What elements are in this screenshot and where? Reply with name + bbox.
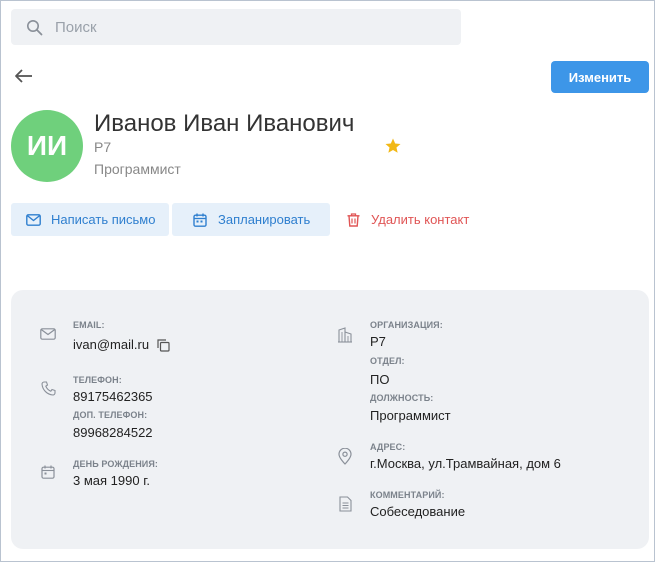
position-value: Программист	[370, 408, 451, 423]
schedule-label: Запланировать	[218, 212, 311, 227]
document-icon	[336, 495, 354, 513]
avatar: ИИ	[11, 110, 83, 182]
contact-window: Изменить ИИ Иванов Иван Иванович Р7 Прог…	[0, 0, 655, 562]
building-icon	[336, 326, 354, 344]
contact-position: Программист	[94, 161, 181, 177]
birthday-label: ДЕНЬ РОЖДЕНИЯ:	[73, 459, 159, 469]
comment-label: КОММЕНТАРИЙ:	[370, 490, 445, 500]
search-icon	[25, 18, 43, 36]
back-arrow-icon[interactable]	[13, 67, 35, 85]
location-pin-icon	[336, 447, 354, 465]
email-value[interactable]: ivan@mail.ru	[73, 337, 149, 352]
edit-button[interactable]: Изменить	[551, 61, 649, 93]
phone2-label: ДОП. ТЕЛЕФОН:	[73, 410, 148, 420]
contact-organization: Р7	[94, 139, 112, 155]
organization-value: Р7	[370, 334, 386, 349]
birthday-calendar-icon	[39, 463, 57, 481]
phone-icon	[39, 379, 57, 397]
phone2-value[interactable]: 89968284522	[73, 425, 153, 440]
address-value: г.Москва, ул.Трамвайная, дом 6	[370, 456, 561, 471]
delete-contact-label: Удалить контакт	[371, 212, 470, 227]
department-value: ПО	[370, 372, 390, 387]
delete-contact-button[interactable]: Удалить контакт	[337, 203, 487, 236]
calendar-icon	[192, 212, 208, 228]
department-label: ОТДЕЛ:	[370, 356, 405, 366]
position-label: ДОЛЖНОСТЬ:	[370, 393, 434, 403]
contact-name: Иванов Иван Иванович	[94, 110, 355, 137]
envelope-icon	[25, 212, 41, 228]
write-email-label: Написать письмо	[51, 212, 156, 227]
write-email-button[interactable]: Написать письмо	[11, 203, 169, 236]
email-label: EMAIL:	[73, 320, 105, 330]
favorite-star-icon[interactable]	[384, 137, 402, 155]
organization-label: ОРГАНИЗАЦИЯ:	[370, 320, 443, 330]
email-icon	[39, 325, 57, 343]
phone-label: ТЕЛЕФОН:	[73, 375, 122, 385]
contact-details-card: EMAIL: ivan@mail.ru ТЕЛЕФОН: 89175462365…	[11, 290, 649, 549]
comment-value: Собеседование	[370, 504, 466, 519]
trash-icon	[345, 212, 361, 228]
copy-icon[interactable]	[157, 339, 171, 353]
address-label: АДРЕС:	[370, 442, 406, 452]
schedule-button[interactable]: Запланировать	[172, 203, 330, 236]
phone-value[interactable]: 89175462365	[73, 389, 153, 404]
search-bar[interactable]	[11, 9, 461, 45]
search-input[interactable]	[55, 18, 435, 36]
birthday-value: 3 мая 1990 г.	[73, 473, 150, 488]
